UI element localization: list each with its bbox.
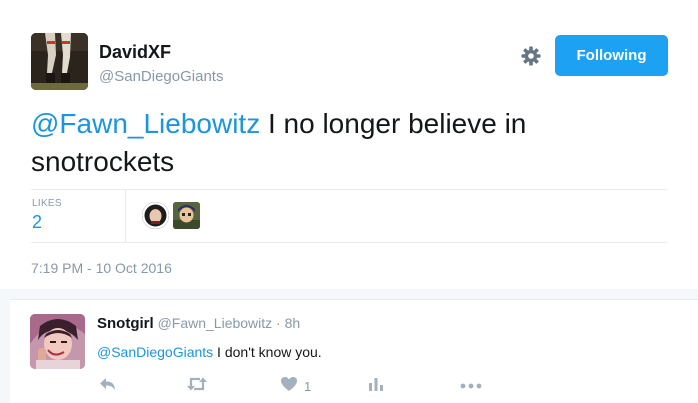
retweet-action[interactable]: [186, 376, 208, 396]
stats-separator: [125, 190, 126, 242]
tweet-header: DavidXF @SanDiegoGiants Following: [31, 33, 671, 90]
more-action[interactable]: [460, 376, 482, 396]
reply-tweet[interactable]: Snotgirl @Fawn_Liebowitz · 8h @SanDiegoG…: [10, 299, 698, 403]
tweet-timestamp[interactable]: 7:19 PM - 10 Oct 2016: [31, 260, 172, 276]
author-name[interactable]: DavidXF: [99, 42, 171, 63]
reply-time[interactable]: 8h: [285, 315, 301, 331]
reply-text: @SanDiegoGiants I don't know you.: [97, 344, 322, 360]
reply-mention-link[interactable]: @SanDiegoGiants: [97, 344, 213, 360]
heart-icon: [280, 376, 298, 397]
liker-avatar[interactable]: [142, 202, 169, 229]
tweet-mention-link[interactable]: @Fawn_Liebowitz: [31, 108, 260, 139]
replies-section: Snotgirl @Fawn_Liebowitz · 8h @SanDiegoG…: [0, 289, 698, 403]
reply-like-count: 1: [304, 378, 312, 394]
following-button[interactable]: Following: [555, 35, 668, 76]
tweet-text: @Fawn_Liebowitz I no longer believe in s…: [31, 105, 651, 181]
liker-avatar[interactable]: [173, 202, 200, 229]
like-action[interactable]: 1: [280, 376, 311, 396]
reply-action[interactable]: [98, 376, 118, 396]
reply-icon: [98, 375, 118, 398]
likes-count[interactable]: 2: [32, 212, 42, 233]
tweet-page: DavidXF @SanDiegoGiants Following @Fawn_…: [0, 0, 698, 403]
likes-label: LIKES: [32, 198, 62, 209]
divider: [31, 242, 667, 243]
analytics-icon: [368, 376, 384, 397]
analytics-action[interactable]: [368, 376, 384, 396]
reply-body-text: I don't know you.: [213, 344, 322, 360]
more-icon: [460, 377, 482, 395]
reply-separator: ·: [272, 315, 285, 331]
reply-author-name[interactable]: Snotgirl: [97, 315, 154, 332]
reply-author-handle[interactable]: @Fawn_Liebowitz: [158, 315, 273, 331]
reply-header: Snotgirl @Fawn_Liebowitz · 8h: [97, 315, 300, 332]
divider: [31, 189, 667, 190]
author-handle[interactable]: @SanDiegoGiants: [99, 68, 223, 85]
gear-icon[interactable]: [519, 44, 543, 68]
author-avatar[interactable]: [31, 33, 88, 90]
reply-avatar[interactable]: [30, 314, 85, 369]
retweet-icon: [186, 375, 208, 398]
